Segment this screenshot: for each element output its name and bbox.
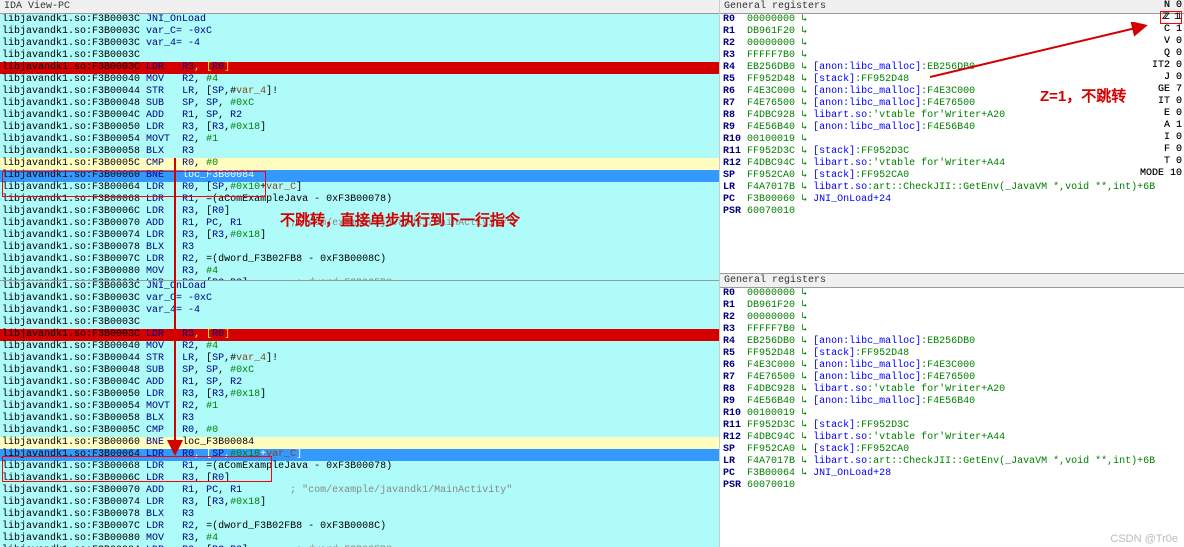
register-row[interactable]: R2 00000000 ↳ [720,38,1184,50]
register-row[interactable]: R11 FF952D3C ↳ [stack]:FF952D3C [720,420,1184,432]
disasm-line[interactable]: libjavandk1.so:F3B00058 BLX R3 [0,146,719,158]
register-row[interactable]: R4 EB256DB0 ↳ [anon:libc_malloc]:EB256DB… [720,336,1184,348]
disasm-line[interactable]: libjavandk1.so:F3B00064 LDR R0, [SP,#0x1… [0,449,719,461]
disasm-line[interactable]: libjavandk1.so:F3B00074 LDR R3, [R3,#0x1… [0,230,719,242]
register-row[interactable]: R3 FFFFF7B0 ↳ [720,50,1184,62]
register-row[interactable]: SP FF952CA0 ↳ [stack]:FF952CA0 [720,444,1184,456]
registers-pane-bottom[interactable]: N 0 Z 1 C 1 V 0 Q 0 IT2 0 J 0 GE 7 IT 0 … [720,288,1184,547]
registers-title: General registers [720,0,1184,14]
right-column: General registers N 0 Z 1 C 1 V 0 Q 0 IT… [720,0,1184,547]
register-row[interactable]: R7 F4E76500 ↳ [anon:libc_malloc]:F4E7650… [720,372,1184,384]
register-row[interactable]: LR F4A7017B ↳ libart.so:art::CheckJII::G… [720,456,1184,468]
disasm-line[interactable]: libjavandk1.so:F3B00054 MOVT R2, #1 [0,134,719,146]
disasm-line[interactable]: libjavandk1.so:F3B00044 STR LR, [SP,#var… [0,353,719,365]
disasm-line[interactable]: libjavandk1.so:F3B0003C var_C= -0xC [0,293,719,305]
disasm-pane-top[interactable]: libjavandk1.so:F3B0003C JNI_OnLoadlibjav… [0,14,719,281]
disasm-line[interactable]: libjavandk1.so:F3B00074 LDR R3, [R3,#0x1… [0,497,719,509]
register-row[interactable]: R9 F4E56B40 ↳ [anon:libc_malloc]:F4E56B4… [720,396,1184,408]
disasm-line[interactable]: libjavandk1.so:F3B0003C JNI_OnLoad [0,14,719,26]
disasm-line[interactable]: libjavandk1.so:F3B00070 ADD R1, PC, R1 ;… [0,485,719,497]
register-row[interactable]: R12 F4DBC94C ↳ libart.so:'vtable for'Wri… [720,432,1184,444]
disasm-line[interactable]: libjavandk1.so:F3B00060 BNE loc_F3B00084 [0,437,719,449]
disasm-line[interactable]: libjavandk1.so:F3B00040 MOV R2, #4 [0,341,719,353]
disasm-line[interactable]: libjavandk1.so:F3B0003C [0,317,719,329]
register-row[interactable]: PC F3B00064 ↳ JNI_OnLoad+28 [720,468,1184,480]
registers-pane-top[interactable]: N 0 Z 1 C 1 V 0 Q 0 IT2 0 J 0 GE 7 IT 0 … [720,14,1184,274]
disasm-line[interactable]: libjavandk1.so:F3B00054 MOVT R2, #1 [0,401,719,413]
register-row[interactable]: R5 FF952D48 ↳ [stack]:FF952D48 [720,348,1184,360]
register-row[interactable]: R0 00000000 ↳ [720,14,1184,26]
disasm-line[interactable]: libjavandk1.so:F3B00040 MOV R2, #4 [0,74,719,86]
disasm-title: IDA View-PC [0,0,719,14]
disasm-line[interactable]: libjavandk1.so:F3B00068 LDR R1, =(aComEx… [0,194,719,206]
register-row[interactable]: R11 FF952D3C ↳ [stack]:FF952D3C [720,146,1184,158]
register-row[interactable]: LR F4A7017B ↳ libart.so:art::CheckJII::G… [720,182,1184,194]
register-row[interactable]: SP FF952CA0 ↳ [stack]:FF952CA0 [720,170,1184,182]
disasm-line[interactable]: libjavandk1.so:F3B0003C [0,50,719,62]
disasm-line[interactable]: libjavandk1.so:F3B00064 LDR R0, [SP,#0x1… [0,182,719,194]
annotation-right: Z=1，不跳转 [1040,85,1126,106]
disasm-line[interactable]: libjavandk1.so:F3B0006C LDR R3, [R0] [0,473,719,485]
register-row[interactable]: R10 00100019 ↳ [720,134,1184,146]
disasm-line[interactable]: libjavandk1.so:F3B00050 LDR R3, [R3,#0x1… [0,389,719,401]
disasm-line[interactable]: libjavandk1.so:F3B0003C LDR R3, [R0] [0,62,719,74]
disasm-line[interactable]: libjavandk1.so:F3B00048 SUB SP, SP, #0xC [0,98,719,110]
disasm-line[interactable]: libjavandk1.so:F3B0003C JNI_OnLoad [0,281,719,293]
disasm-line[interactable]: libjavandk1.so:F3B0003C var_4= -4 [0,38,719,50]
main-layout: IDA View-PC libjavandk1.so:F3B0003C JNI_… [0,0,1184,547]
register-row[interactable]: PSR 60070010 [720,206,1184,218]
disasm-line[interactable]: libjavandk1.so:F3B00080 MOV R3, #4 [0,266,719,278]
register-row[interactable]: PSR 60070010 [720,480,1184,492]
disasm-line[interactable]: libjavandk1.so:F3B00050 LDR R3, [R3,#0x1… [0,122,719,134]
disasm-line[interactable]: libjavandk1.so:F3B0007C LDR R2, =(dword_… [0,254,719,266]
disasm-line[interactable]: libjavandk1.so:F3B0003C var_C= -0xC [0,26,719,38]
disasm-line[interactable]: libjavandk1.so:F3B00078 BLX R3 [0,509,719,521]
disasm-line[interactable]: libjavandk1.so:F3B00068 LDR R1, =(aComEx… [0,461,719,473]
disasm-line[interactable]: libjavandk1.so:F3B0004C ADD R1, SP, R2 [0,110,719,122]
disasm-line[interactable]: libjavandk1.so:F3B00078 BLX R3 [0,242,719,254]
register-row[interactable]: R8 F4DBC928 ↳ libart.so:'vtable for'Writ… [720,110,1184,122]
register-row[interactable]: R3 FFFFF7B0 ↳ [720,324,1184,336]
register-row[interactable]: R9 F4E56B40 ↳ [anon:libc_malloc]:F4E56B4… [720,122,1184,134]
register-row[interactable]: R1 DB961F20 ↳ [720,300,1184,312]
register-row[interactable]: R1 DB961F20 ↳ [720,26,1184,38]
register-row[interactable]: PC F3B00060 ↳ JNI_OnLoad+24 [720,194,1184,206]
register-row[interactable]: R6 F4E3C000 ↳ [anon:libc_malloc]:F4E3C00… [720,360,1184,372]
watermark: CSDN @Tr0e [1110,533,1178,545]
register-row[interactable]: R4 EB256DB0 ↳ [anon:libc_malloc]:EB256DB… [720,62,1184,74]
register-row[interactable]: R0 00000000 ↳ [720,288,1184,300]
disasm-line[interactable]: libjavandk1.so:F3B00058 BLX R3 [0,413,719,425]
annotation-left: 不跳转，直接单步执行到下一行指令 [280,209,520,230]
disasm-line[interactable]: libjavandk1.so:F3B0007C LDR R2, =(dword_… [0,521,719,533]
register-row[interactable]: R2 00000000 ↳ [720,312,1184,324]
disasm-line[interactable]: libjavandk1.so:F3B00044 STR LR, [SP,#var… [0,86,719,98]
disasm-line[interactable]: libjavandk1.so:F3B00080 MOV R3, #4 [0,533,719,545]
disasm-line[interactable]: libjavandk1.so:F3B00060 BNE loc_F3B00084 [0,170,719,182]
register-row[interactable]: R8 F4DBC928 ↳ libart.so:'vtable for'Writ… [720,384,1184,396]
disasm-pane-bottom[interactable]: libjavandk1.so:F3B0003C JNI_OnLoadlibjav… [0,281,719,547]
disasm-line[interactable]: libjavandk1.so:F3B0004C ADD R1, SP, R2 [0,377,719,389]
left-column: IDA View-PC libjavandk1.so:F3B0003C JNI_… [0,0,720,547]
disasm-line[interactable]: libjavandk1.so:F3B0003C var_4= -4 [0,305,719,317]
disasm-line[interactable]: libjavandk1.so:F3B0005C CMP R0, #0 [0,158,719,170]
disasm-line[interactable]: libjavandk1.so:F3B0005C CMP R0, #0 [0,425,719,437]
disasm-line[interactable]: libjavandk1.so:F3B0003C LDR R3, [R0] [0,329,719,341]
registers-title-2: General registers [720,274,1184,288]
disasm-line[interactable]: libjavandk1.so:F3B00048 SUB SP, SP, #0xC [0,365,719,377]
register-row[interactable]: R10 00100019 ↳ [720,408,1184,420]
register-row[interactable]: R12 F4DBC94C ↳ libart.so:'vtable for'Wri… [720,158,1184,170]
